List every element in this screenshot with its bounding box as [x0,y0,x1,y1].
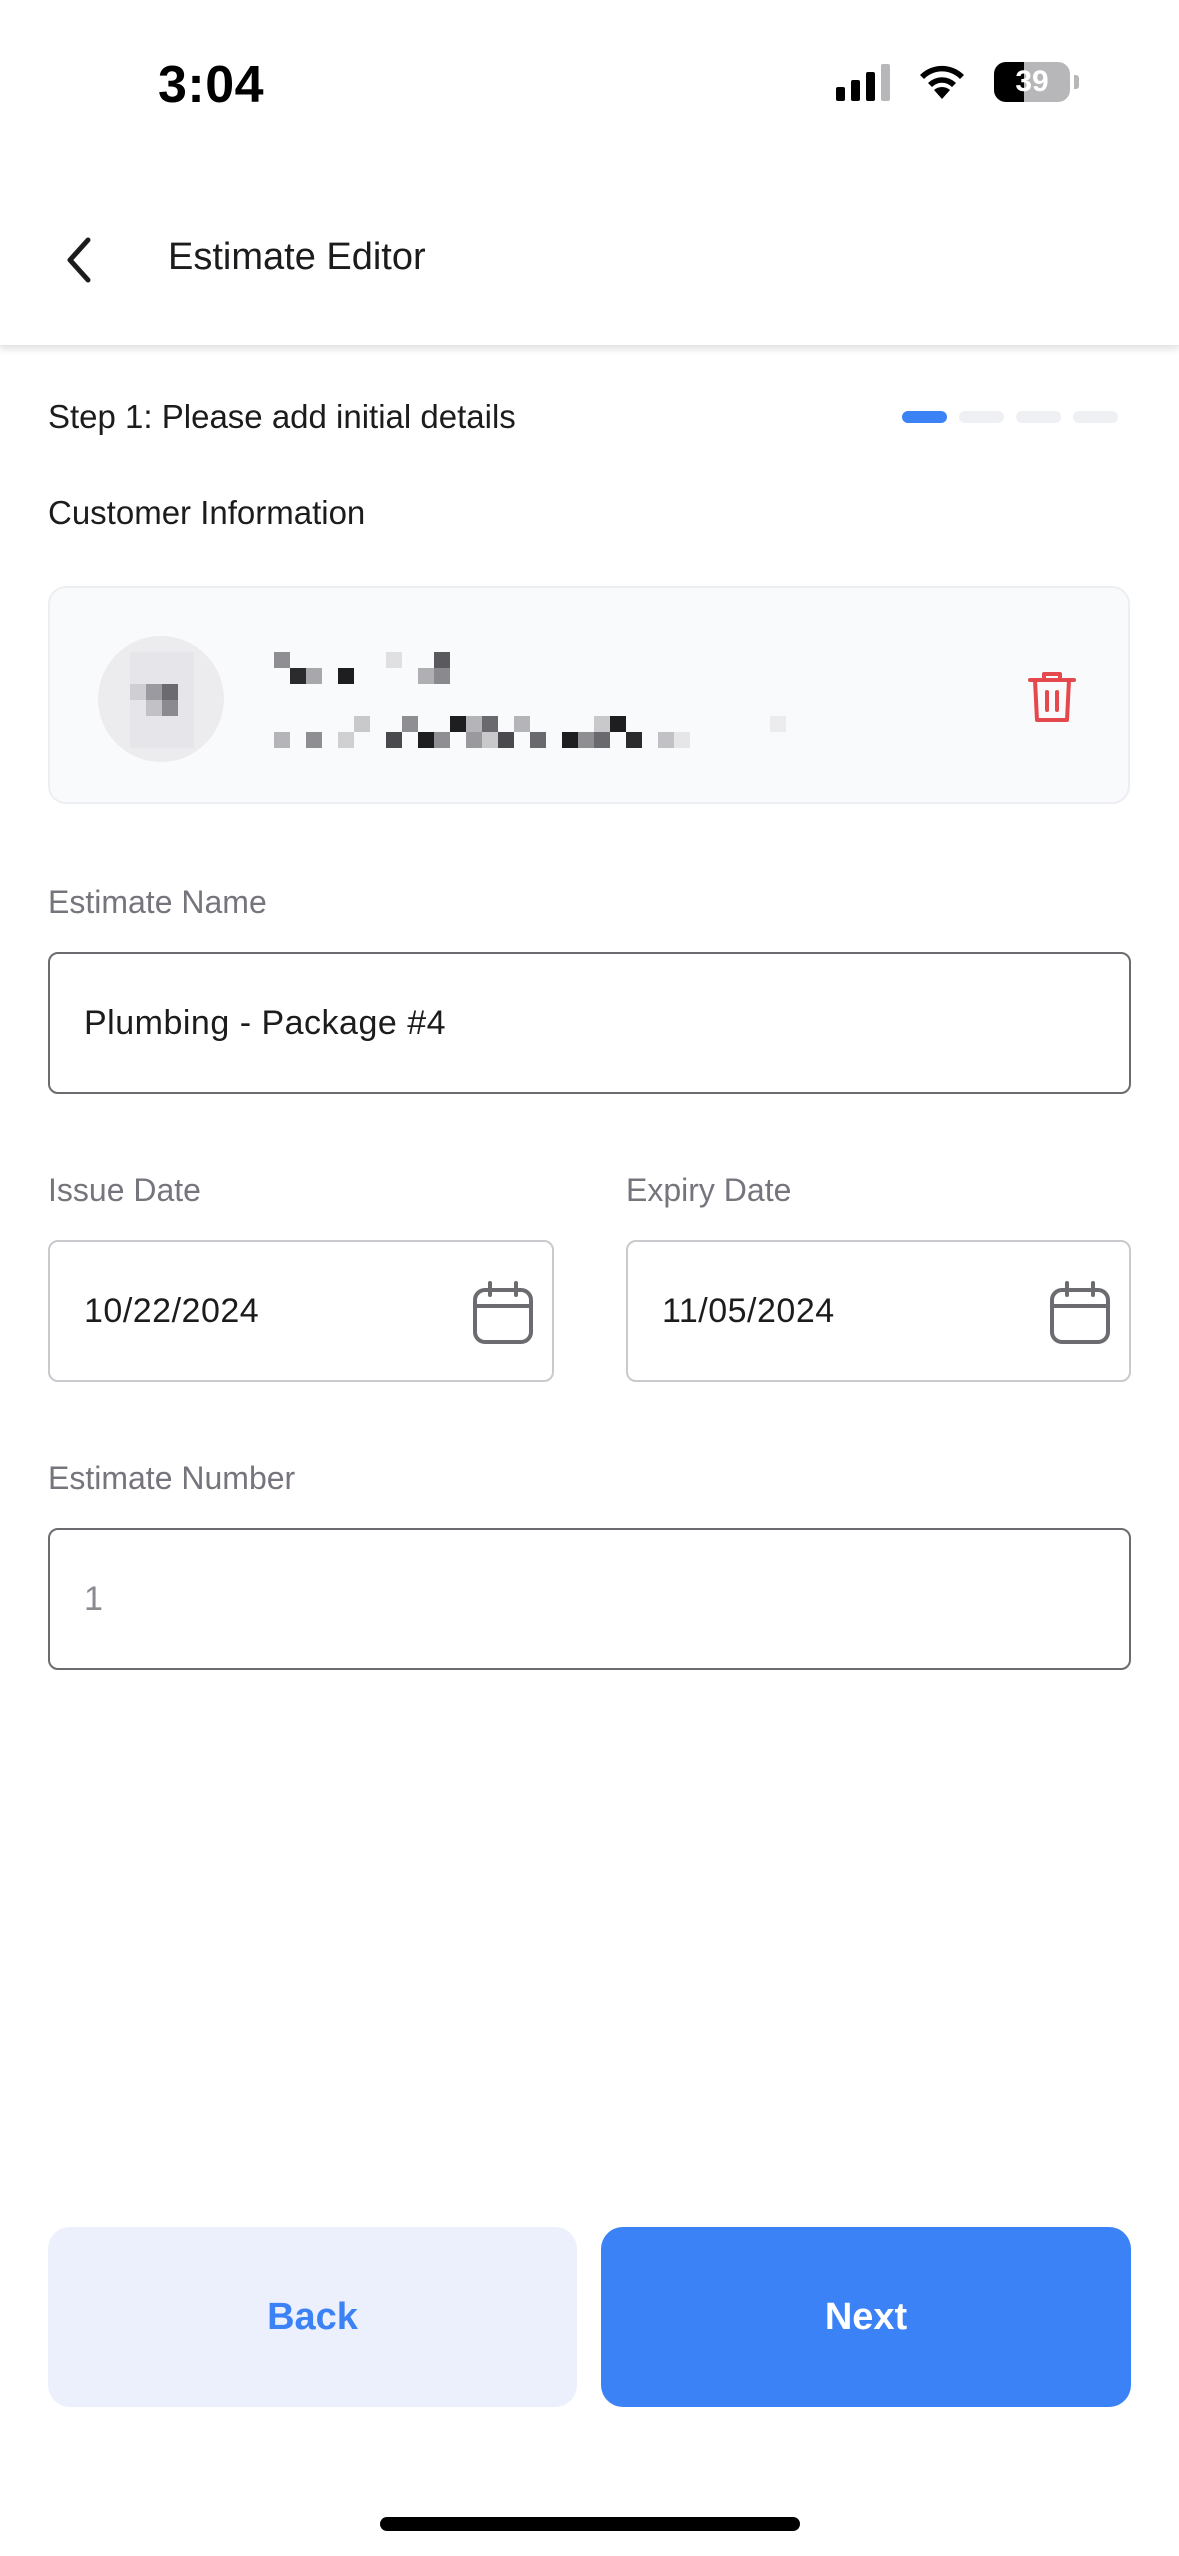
avatar [98,636,224,762]
step-instruction: Step 1: Please add initial details [48,398,516,435]
estimate-name-input[interactable] [50,1003,1129,1043]
status-bar: 3:04 39 [0,0,1179,150]
status-time: 3:04 [158,56,265,114]
battery-icon: 39 [994,62,1070,102]
step-dot-2 [959,411,1004,423]
page-title: Estimate Editor [168,236,426,278]
customer-section-label: Customer Information [48,494,366,531]
issue-date-label: Issue Date [48,1172,201,1208]
chevron-left-icon[interactable] [60,230,100,290]
estimate-number-field[interactable] [48,1528,1131,1670]
estimate-editor-screen: 3:04 39 Estimate Editor Step 1: Please a… [0,0,1179,2556]
customer-address-redacted [274,716,814,750]
estimate-number-label: Estimate Number [48,1460,296,1496]
step-dot-3 [1016,411,1061,423]
trash-icon[interactable] [1026,668,1078,726]
cellular-signal-icon [836,63,890,101]
step-dot-1 [902,411,947,423]
nav-header: Estimate Editor [0,150,1179,346]
wifi-icon [920,65,964,99]
customer-card[interactable] [48,586,1130,804]
battery-tip [1074,75,1079,89]
back-button[interactable]: Back [48,2227,577,2407]
estimate-name-field[interactable] [48,952,1131,1094]
calendar-icon[interactable] [1049,1280,1111,1346]
step-progress-indicator [902,411,1118,423]
status-icons: 39 [836,62,1079,102]
expiry-date-field[interactable] [626,1240,1131,1382]
step-dot-4 [1073,411,1118,423]
expiry-date-label: Expiry Date [626,1172,792,1208]
estimate-name-label: Estimate Name [48,884,267,920]
next-button[interactable]: Next [601,2227,1131,2407]
customer-name-redacted [274,652,474,686]
calendar-icon[interactable] [472,1280,534,1346]
home-indicator[interactable] [380,2517,800,2531]
battery-level: 39 [1015,65,1049,98]
estimate-number-input[interactable] [50,1579,1129,1619]
issue-date-field[interactable] [48,1240,554,1382]
